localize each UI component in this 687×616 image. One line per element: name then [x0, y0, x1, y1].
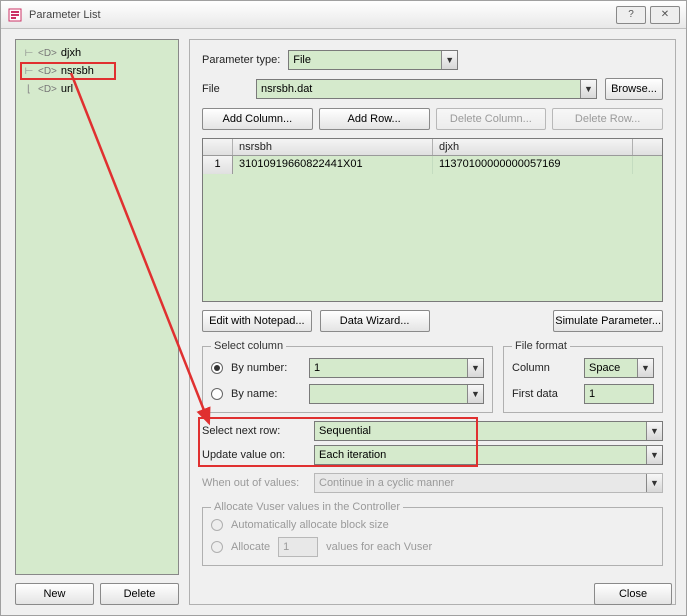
- cell[interactable]: 11370100000000057169: [433, 156, 633, 174]
- file-format-group: File format Column Space ▼ First data 1: [503, 340, 663, 413]
- out-of-values-label: When out of values:: [202, 477, 306, 489]
- parameter-list-dialog: Parameter List ? ✕ ⊢ <D> djxh ⊢ <D> nsrs…: [0, 0, 687, 616]
- by-number-label: By number:: [231, 362, 301, 374]
- chevron-down-icon: ▼: [646, 422, 662, 440]
- param-icon: <D>: [38, 48, 57, 59]
- edit-notepad-button[interactable]: Edit with Notepad...: [202, 310, 312, 332]
- tree-item-url[interactable]: ⌊ <D> url: [18, 80, 176, 98]
- close-window-button[interactable]: ✕: [650, 6, 680, 24]
- window-title: Parameter List: [29, 9, 616, 21]
- tree-connector: ⊢: [24, 48, 34, 59]
- first-data-label: First data: [512, 388, 576, 400]
- auto-alloc-radio: [211, 519, 223, 531]
- app-icon: [7, 7, 23, 23]
- grid-corner: [203, 139, 233, 155]
- next-row-select[interactable]: Sequential ▼: [314, 421, 663, 441]
- auto-alloc-label: Automatically allocate block size: [231, 519, 389, 531]
- cell[interactable]: 31010919660822441X01: [233, 156, 433, 174]
- param-icon: <D>: [38, 84, 57, 95]
- param-type-label: Parameter type:: [202, 54, 280, 66]
- allocate-suffix: values for each Vuser: [326, 541, 432, 553]
- vuser-alloc-group: Allocate Vuser values in the Controller …: [202, 501, 663, 566]
- param-icon: <D>: [38, 66, 57, 77]
- file-format-legend: File format: [512, 340, 570, 352]
- tree-label: nsrsbh: [61, 65, 94, 77]
- param-type-select[interactable]: File ▼: [288, 50, 458, 70]
- chevron-down-icon: ▼: [441, 51, 457, 69]
- chevron-down-icon: ▼: [646, 474, 662, 492]
- next-row-value: Sequential: [319, 425, 371, 437]
- tree-connector: ⌊: [24, 84, 34, 95]
- browse-button[interactable]: Browse...: [605, 78, 663, 100]
- row-number: 1: [203, 156, 233, 174]
- update-on-label: Update value on:: [202, 449, 306, 461]
- out-of-values-value: Continue in a cyclic manner: [319, 477, 454, 489]
- table-row[interactable]: 1 31010919660822441X01 11370100000000057…: [203, 156, 662, 174]
- chevron-down-icon: ▼: [646, 446, 662, 464]
- tree-label: url: [61, 83, 73, 95]
- chevron-down-icon: ▼: [580, 80, 596, 98]
- simulate-button[interactable]: Simulate Parameter...: [553, 310, 663, 332]
- by-name-select[interactable]: ▼: [309, 384, 484, 404]
- column-header[interactable]: djxh: [433, 139, 633, 155]
- file-path-select[interactable]: nsrsbh.dat ▼: [256, 79, 597, 99]
- chevron-down-icon: ▼: [467, 359, 483, 377]
- titlebar: Parameter List ? ✕: [1, 1, 686, 29]
- allocate-label: Allocate: [231, 541, 270, 553]
- update-on-select[interactable]: Each iteration ▼: [314, 445, 663, 465]
- grid-header: nsrsbh djxh: [203, 139, 662, 156]
- by-name-radio[interactable]: [211, 388, 223, 400]
- update-on-value: Each iteration: [319, 449, 386, 461]
- select-column-legend: Select column: [211, 340, 286, 352]
- close-button[interactable]: Close: [594, 583, 672, 605]
- param-type-value: File: [293, 54, 311, 66]
- help-button[interactable]: ?: [616, 6, 646, 24]
- add-row-button[interactable]: Add Row...: [319, 108, 430, 130]
- file-path-value: nsrsbh.dat: [261, 83, 312, 95]
- manual-alloc-radio: [211, 541, 223, 553]
- first-data-input[interactable]: 1: [584, 384, 654, 404]
- column-header[interactable]: nsrsbh: [233, 139, 433, 155]
- window-buttons: ? ✕: [616, 6, 680, 24]
- by-number-select[interactable]: 1 ▼: [309, 358, 484, 378]
- next-row-label: Select next row:: [202, 425, 306, 437]
- column-delim-label: Column: [512, 362, 576, 374]
- delete-button[interactable]: Delete: [100, 583, 179, 605]
- tree-item-djxh[interactable]: ⊢ <D> djxh: [18, 44, 176, 62]
- allocate-value: 1: [283, 541, 289, 553]
- delete-row-button: Delete Row...: [552, 108, 663, 130]
- select-column-group: Select column By number: 1 ▼ By name:: [202, 340, 493, 413]
- add-column-button[interactable]: Add Column...: [202, 108, 313, 130]
- by-number-radio[interactable]: [211, 362, 223, 374]
- out-of-values-select: Continue in a cyclic manner ▼: [314, 473, 663, 493]
- column-delim-select[interactable]: Space ▼: [584, 358, 654, 378]
- tree-item-nsrsbh[interactable]: ⊢ <D> nsrsbh: [18, 62, 176, 80]
- data-grid[interactable]: nsrsbh djxh 1 31010919660822441X01 11370…: [202, 138, 663, 302]
- tree-connector: ⊢: [24, 66, 34, 77]
- by-name-label: By name:: [231, 388, 301, 400]
- file-label: File: [202, 83, 248, 95]
- left-pane: ⊢ <D> djxh ⊢ <D> nsrsbh ⌊ <D> url New: [15, 39, 179, 605]
- new-button[interactable]: New: [15, 583, 94, 605]
- by-number-value: 1: [314, 362, 320, 374]
- parameter-tree[interactable]: ⊢ <D> djxh ⊢ <D> nsrsbh ⌊ <D> url: [15, 39, 179, 575]
- first-data-value: 1: [589, 388, 595, 400]
- chevron-down-icon: ▼: [637, 359, 653, 377]
- delete-column-button: Delete Column...: [436, 108, 547, 130]
- column-delim-value: Space: [589, 362, 620, 374]
- tree-label: djxh: [61, 47, 81, 59]
- right-pane: Parameter type: File ▼ File nsrsbh.dat ▼…: [189, 39, 676, 605]
- allocate-input: 1: [278, 537, 318, 557]
- vuser-alloc-legend: Allocate Vuser values in the Controller: [211, 501, 403, 513]
- data-wizard-button[interactable]: Data Wizard...: [320, 310, 430, 332]
- chevron-down-icon: ▼: [467, 385, 483, 403]
